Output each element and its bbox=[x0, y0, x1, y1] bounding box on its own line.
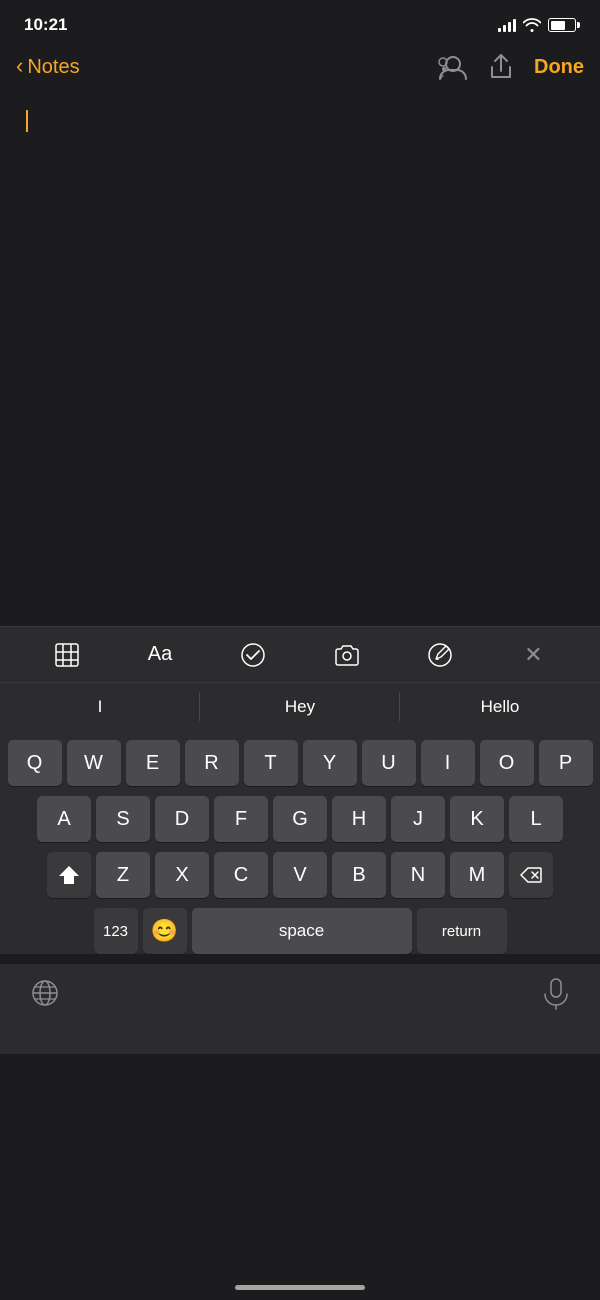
keyboard: Q W E R T Y U I O P A S D F G H J K L Z … bbox=[0, 730, 600, 954]
formatting-toolbar: Aa ✕ bbox=[0, 626, 600, 682]
status-icons bbox=[498, 18, 576, 32]
back-label: Notes bbox=[27, 56, 79, 79]
svg-text:+: + bbox=[439, 71, 444, 81]
format-text-button[interactable]: Aa bbox=[138, 633, 182, 677]
key-k[interactable]: K bbox=[450, 796, 504, 842]
numbers-key[interactable]: 123 bbox=[94, 908, 138, 954]
camera-button[interactable] bbox=[325, 633, 369, 677]
key-w[interactable]: W bbox=[67, 740, 121, 786]
key-e[interactable]: E bbox=[126, 740, 180, 786]
prediction-2[interactable]: Hey bbox=[200, 683, 400, 730]
key-l[interactable]: L bbox=[509, 796, 563, 842]
done-button[interactable]: Done bbox=[534, 56, 584, 79]
home-indicator bbox=[235, 1285, 365, 1290]
key-n[interactable]: N bbox=[391, 852, 445, 898]
key-u[interactable]: U bbox=[362, 740, 416, 786]
table-button[interactable] bbox=[45, 633, 89, 677]
prediction-1[interactable]: I bbox=[0, 683, 200, 730]
pencil-button[interactable] bbox=[418, 633, 462, 677]
space-key[interactable]: space bbox=[192, 908, 412, 954]
key-d[interactable]: D bbox=[155, 796, 209, 842]
key-i[interactable]: I bbox=[421, 740, 475, 786]
share-button[interactable] bbox=[488, 53, 514, 81]
key-j[interactable]: J bbox=[391, 796, 445, 842]
key-o[interactable]: O bbox=[480, 740, 534, 786]
return-key[interactable]: return bbox=[417, 908, 507, 954]
status-bar: 10:21 bbox=[0, 0, 600, 44]
key-f[interactable]: F bbox=[214, 796, 268, 842]
keyboard-row-1: Q W E R T Y U I O P bbox=[6, 740, 594, 786]
key-x[interactable]: X bbox=[155, 852, 209, 898]
keyboard-row-3: Z X C V B N M bbox=[6, 852, 594, 898]
chevron-left-icon: ‹ bbox=[16, 53, 23, 79]
text-cursor bbox=[26, 110, 28, 132]
key-b[interactable]: B bbox=[332, 852, 386, 898]
globe-button[interactable] bbox=[30, 978, 60, 1015]
shift-key[interactable] bbox=[47, 852, 91, 898]
bottom-bar bbox=[0, 964, 600, 1054]
key-y[interactable]: Y bbox=[303, 740, 357, 786]
key-v[interactable]: V bbox=[273, 852, 327, 898]
add-collaborator-button[interactable]: + bbox=[436, 53, 468, 81]
key-q[interactable]: Q bbox=[8, 740, 62, 786]
key-r[interactable]: R bbox=[185, 740, 239, 786]
keyboard-row-4: 123 😊 space return bbox=[6, 908, 594, 954]
keyboard-row-2: A S D F G H J K L bbox=[6, 796, 594, 842]
status-time: 10:21 bbox=[24, 15, 67, 35]
key-t[interactable]: T bbox=[244, 740, 298, 786]
battery-icon bbox=[548, 18, 576, 32]
key-m[interactable]: M bbox=[450, 852, 504, 898]
key-g[interactable]: G bbox=[273, 796, 327, 842]
wifi-icon bbox=[523, 18, 541, 32]
emoji-key[interactable]: 😊 bbox=[143, 908, 187, 954]
key-z[interactable]: Z bbox=[96, 852, 150, 898]
key-s[interactable]: S bbox=[96, 796, 150, 842]
key-h[interactable]: H bbox=[332, 796, 386, 842]
nav-right-actions: + Done bbox=[436, 53, 584, 81]
signal-icon bbox=[498, 18, 516, 32]
back-button[interactable]: ‹ Notes bbox=[16, 55, 80, 79]
delete-key[interactable] bbox=[509, 852, 553, 898]
key-a[interactable]: A bbox=[37, 796, 91, 842]
checklist-button[interactable] bbox=[231, 633, 275, 677]
note-content-area[interactable] bbox=[0, 96, 600, 626]
nav-bar: ‹ Notes + Done bbox=[0, 44, 600, 96]
dismiss-keyboard-button[interactable]: ✕ bbox=[511, 633, 555, 677]
microphone-button[interactable] bbox=[542, 978, 570, 1017]
prediction-3[interactable]: Hello bbox=[400, 683, 600, 730]
predictive-text-bar: I Hey Hello bbox=[0, 682, 600, 730]
key-c[interactable]: C bbox=[214, 852, 268, 898]
key-p[interactable]: P bbox=[539, 740, 593, 786]
